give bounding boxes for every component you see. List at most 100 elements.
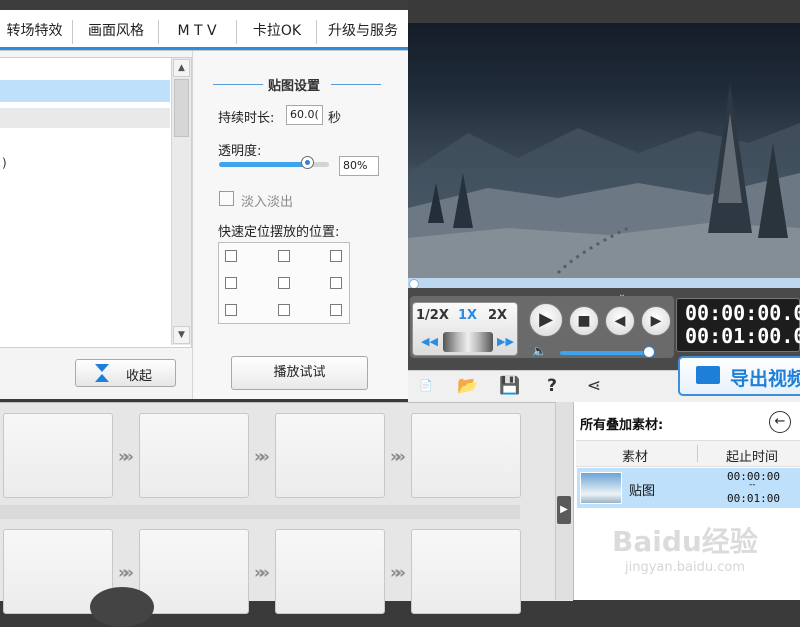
pos-middle-left-checkbox[interactable]: [225, 277, 237, 289]
tab-upgrade-service[interactable]: 升级与服务: [318, 10, 408, 50]
pos-bottom-right-checkbox[interactable]: [330, 304, 342, 316]
volume-slider[interactable]: [560, 351, 652, 355]
title-strip: [0, 0, 408, 10]
time-separator: --: [749, 480, 756, 490]
new-icon[interactable]: 📄: [414, 375, 438, 397]
scroll-down-button[interactable]: ▼: [173, 326, 190, 344]
overlay-table-header: 素材 起止时间: [576, 440, 800, 467]
duration-input[interactable]: 60.0(: [286, 105, 323, 125]
back-arrow-icon[interactable]: ←: [769, 411, 791, 433]
preview-play-button[interactable]: 播放试试: [231, 356, 368, 390]
share-icon[interactable]: ⋖: [582, 375, 606, 397]
tab-mtv[interactable]: M T V: [160, 10, 234, 50]
video-preview: [408, 23, 800, 278]
timeline-slot[interactable]: [411, 529, 521, 614]
watermark-logo: Baidu经验: [612, 525, 758, 558]
tab-separator: [236, 20, 237, 44]
timeline-slot[interactable]: [411, 413, 521, 498]
collapse-button[interactable]: 收起: [75, 359, 176, 387]
opacity-input[interactable]: 80%: [339, 156, 379, 176]
total-time: 00:01:00.0: [685, 324, 800, 348]
list-item[interactable]: [0, 108, 170, 128]
list-item-text: ): [2, 156, 7, 170]
play-button[interactable]: ▶: [529, 303, 563, 337]
timeline-divider: [0, 505, 520, 519]
transition-arrow-icon: »»: [390, 447, 406, 467]
sticker-settings-panel: 贴图设置 持续时长: 60.0( 秒 透明度: 80% 淡入淡出 快速定位摆放的…: [192, 51, 409, 399]
next-frame-button[interactable]: ▶: [641, 306, 671, 336]
pos-middle-right-checkbox[interactable]: [330, 277, 342, 289]
pos-top-center-checkbox[interactable]: [278, 250, 290, 262]
export-label: 导出视频: [730, 368, 800, 390]
position-grid: [218, 242, 350, 324]
fade-checkbox[interactable]: [219, 191, 234, 206]
settings-title: 贴图设置: [268, 79, 321, 94]
collapse-label: 收起: [126, 369, 153, 384]
pos-center-checkbox[interactable]: [278, 277, 290, 289]
pos-bottom-left-checkbox[interactable]: [225, 304, 237, 316]
snow-landscape-image: [408, 23, 800, 278]
prev-frame-icon: ◀: [614, 313, 626, 329]
open-folder-icon[interactable]: 📂: [456, 375, 480, 397]
transition-arrow-icon: »»: [118, 447, 134, 467]
stop-button[interactable]: ■: [569, 306, 599, 336]
preview-top-bar: [408, 10, 800, 24]
transition-arrow-icon: »»: [254, 563, 270, 583]
tab-bar: 转场特效 画面风格 M T V 卡拉OK 升级与服务: [0, 0, 408, 51]
title-rule: [213, 84, 263, 85]
speed-1x[interactable]: 1X: [458, 308, 477, 323]
timeline-slot[interactable]: [139, 413, 249, 498]
fast-forward-icon[interactable]: ▶▶: [497, 335, 514, 348]
scroll-thumb[interactable]: [174, 79, 189, 137]
opacity-slider-knob[interactable]: [301, 156, 314, 169]
save-icon[interactable]: 💾: [498, 375, 522, 397]
collapse-icon: [95, 364, 109, 382]
next-frame-icon: ▶: [650, 313, 662, 329]
list-scrollbar[interactable]: ▲ ▼: [171, 58, 191, 345]
tab-transition-effects[interactable]: 转场特效: [0, 10, 69, 50]
fade-label: 淡入淡出: [241, 195, 294, 210]
tab-picture-style[interactable]: 画面风格: [76, 10, 156, 50]
tab-underline: [0, 47, 408, 50]
tab-karaoke[interactable]: 卡拉OK: [238, 10, 316, 50]
material-list: ): [0, 57, 192, 348]
export-video-button[interactable]: 导出视频: [678, 356, 800, 396]
tab-separator: [72, 20, 73, 44]
transition-arrow-icon: »»: [254, 447, 270, 467]
timeline-slot[interactable]: [275, 413, 385, 498]
storyboard-timeline: »» »» »» »» »» »»: [0, 402, 573, 614]
scroll-up-button[interactable]: ▲: [173, 59, 190, 77]
col-separator: [697, 445, 698, 462]
help-icon[interactable]: ?: [540, 375, 564, 397]
overlay-title: 所有叠加素材:: [580, 418, 664, 433]
list-item-selected[interactable]: [0, 80, 170, 102]
expand-panel-icon[interactable]: ▶: [557, 496, 571, 524]
volume-knob[interactable]: [643, 346, 655, 358]
timeline-slot[interactable]: [139, 529, 249, 614]
pos-top-left-checkbox[interactable]: [225, 250, 237, 262]
volume-icon[interactable]: 🔈: [532, 344, 547, 358]
prev-frame-button[interactable]: ◀: [605, 306, 635, 336]
rewind-icon[interactable]: ◀◀: [421, 335, 438, 348]
stop-icon: ■: [577, 313, 591, 329]
pos-bottom-center-checkbox[interactable]: [278, 304, 290, 316]
col-material: 素材: [622, 450, 649, 465]
playback-progress-bar[interactable]: [408, 278, 800, 288]
speed-2x[interactable]: 2X: [488, 308, 507, 323]
col-time: 起止时间: [726, 450, 779, 465]
speed-half[interactable]: 1/2X: [416, 308, 449, 323]
duration-unit: 秒: [328, 111, 342, 126]
timeline-slot[interactable]: [275, 529, 385, 614]
opacity-label: 透明度:: [218, 144, 262, 159]
transition-arrow-icon: »»: [390, 563, 406, 583]
overlay-item-name: 贴图: [629, 484, 656, 499]
timeline-slot[interactable]: [3, 413, 113, 498]
sticker-thumbnail: [580, 472, 622, 504]
pos-top-right-checkbox[interactable]: [330, 250, 342, 262]
jog-wheel[interactable]: [443, 332, 493, 352]
opacity-slider-fill: [219, 162, 307, 167]
transition-arrow-icon: »»: [118, 563, 134, 583]
title-rule: [331, 84, 381, 85]
export-icon: [696, 366, 720, 384]
watermark-url: jingyan.baidu.com: [625, 560, 745, 575]
